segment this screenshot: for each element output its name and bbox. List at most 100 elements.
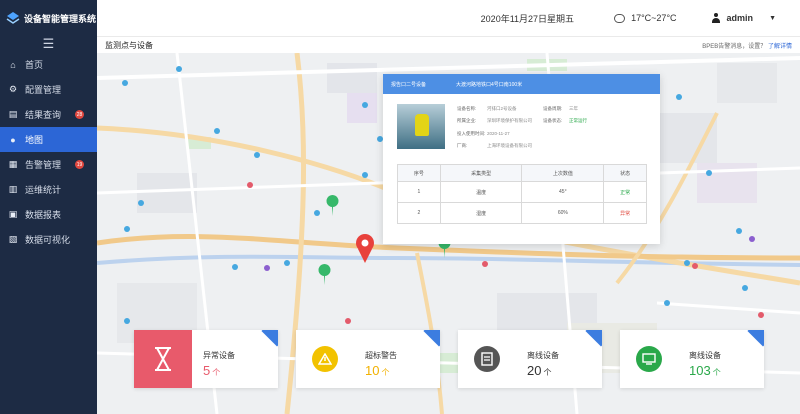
info-value: 上海环境设备有限公司 xyxy=(487,142,532,148)
settings-icon: ⚙ xyxy=(8,84,18,94)
sidebar-item-query[interactable]: ▤ 结果查询 28 xyxy=(0,102,97,127)
sidebar-item-alerts[interactable]: ▦ 告警管理 19 xyxy=(0,152,97,177)
card-unit: 个 xyxy=(712,368,721,377)
popup-device-name: 报告口二号设备 xyxy=(391,81,427,88)
user-icon: ● xyxy=(10,134,16,145)
card-offline-devices-2[interactable]: 离线设备 103 个 xyxy=(620,330,764,388)
device-popup: 报告口二号设备 大渡河路地铁口4号口南100米 设备名称: 河排口2号设备 设备… xyxy=(383,74,660,244)
corner-tag xyxy=(585,330,602,347)
sidebar-item-home[interactable]: ⌂ 首页 xyxy=(0,52,97,77)
sidebar-item-label: 告警管理 xyxy=(25,160,62,170)
table-cell: 60% xyxy=(521,202,605,224)
card-title: 离线设备 xyxy=(689,351,721,360)
table-row: 2 湿度 60% 异常 xyxy=(397,202,647,224)
breadcrumb-bar: 监测点与设备 BPEB告警消息，设置？ 了解详情 xyxy=(97,36,800,53)
info-value: 河排口2号设备 xyxy=(487,106,517,111)
status-value: 正常运行 xyxy=(569,118,587,124)
info-label: 设备名称: xyxy=(457,106,477,111)
cloud-icon xyxy=(614,13,626,23)
info-value: 2020-11-27 xyxy=(487,130,510,136)
card-number: 103 xyxy=(689,363,711,378)
card-title: 离线设备 xyxy=(527,351,559,360)
info-label: 设备状态: xyxy=(543,118,563,124)
status-cell: 正常 xyxy=(603,181,647,203)
user-menu[interactable]: admin ▼ xyxy=(711,13,776,23)
column-header: 状态 xyxy=(603,164,647,182)
stats-icon: ▥ xyxy=(8,184,18,194)
sidebar-item-label: 配置管理 xyxy=(25,85,62,95)
table-cell: 2 xyxy=(397,202,441,224)
status-cell: 异常 xyxy=(603,202,647,224)
current-date: 2020年11月27日星期五 xyxy=(480,13,575,24)
weather-text: 17°C~27°C xyxy=(631,13,677,23)
sidebar-item-label: 数据可视化 xyxy=(25,235,71,245)
table-cell: 1 xyxy=(397,181,441,203)
table-header-row: 序号 采集类型 上次数值 状态 xyxy=(397,164,647,182)
count-badge: 19 xyxy=(75,160,84,169)
card-number: 20 xyxy=(527,363,542,378)
screen-icon xyxy=(620,330,678,388)
user-icon xyxy=(711,13,721,23)
device-photo xyxy=(397,104,445,149)
notice-message: BPEB告警消息，设置？ xyxy=(702,43,767,50)
sidebar-item-label: 运维统计 xyxy=(25,185,62,195)
card-number: 5 xyxy=(203,363,211,378)
table-cell: 温度 xyxy=(439,181,523,203)
query-icon: ▤ xyxy=(8,109,18,119)
table-row: 1 温度 45° 正常 xyxy=(397,181,647,203)
card-value: 20 个 xyxy=(527,363,551,378)
username: admin xyxy=(726,13,754,23)
card-value: 103 个 xyxy=(689,363,721,378)
info-value: 三年 xyxy=(569,106,578,111)
popup-body: 设备名称: 河排口2号设备 设备周期: 三年 所属企业: 深圳环境保护有限公司 … xyxy=(383,94,660,152)
sidebar-item-label: 首页 xyxy=(25,60,44,70)
card-number: 10 xyxy=(365,363,380,378)
info-label: 厂商: xyxy=(457,142,468,148)
corner-tag xyxy=(261,330,278,347)
warning-icon xyxy=(296,330,354,388)
sidebar: 设备智能管理系统 ☰ ⌂ 首页 ⚙ 配置管理 ▤ 结果查询 28 ● 地图 ▦ … xyxy=(0,0,97,414)
popup-location: 大渡河路地铁口4号口南100米 xyxy=(456,81,523,88)
card-unit: 个 xyxy=(543,368,552,377)
card-offline-devices[interactable]: 离线设备 20 个 xyxy=(458,330,602,388)
corner-tag xyxy=(747,330,764,347)
chevron-down-icon: ▼ xyxy=(769,14,776,22)
card-unit: 个 xyxy=(381,368,390,377)
card-value: 10 个 xyxy=(365,363,389,378)
count-badge: 28 xyxy=(75,110,84,119)
logo-icon xyxy=(6,12,20,24)
info-value: 深圳环境保护有限公司 xyxy=(487,118,532,124)
card-title: 异常设备 xyxy=(203,351,235,360)
record-table: 序号 采集类型 上次数值 状态 1 温度 45° 正常 2 湿度 60% 异常 xyxy=(397,164,647,224)
sidebar-item-stats[interactable]: ▥ 运维统计 xyxy=(0,177,97,202)
table-cell: 45° xyxy=(521,181,605,203)
info-label: 投入使用时间: xyxy=(457,130,486,136)
app-title: 设备智能管理系统 xyxy=(24,13,97,24)
home-icon: ⌂ xyxy=(10,59,16,70)
card-abnormal-devices[interactable]: 异常设备 5个 xyxy=(134,330,278,388)
notice-text: BPEB告警消息，设置？ 了解详情 xyxy=(702,41,792,50)
sidebar-item-visual[interactable]: ▧ 数据可视化 xyxy=(0,227,97,252)
column-header: 上次数值 xyxy=(521,164,605,182)
weather-info: 17°C~27°C xyxy=(614,13,677,23)
corner-tag xyxy=(423,330,440,347)
report-icon: ▣ xyxy=(8,209,18,219)
sidebar-item-map[interactable]: ● 地图 xyxy=(0,127,97,152)
popup-header: 报告口二号设备 大渡河路地铁口4号口南100米 xyxy=(383,74,660,94)
sidebar-item-label: 数据报表 xyxy=(25,210,62,220)
page-title: 监测点与设备 xyxy=(105,40,153,50)
sidebar-item-label: 结果查询 xyxy=(25,110,62,120)
notice-link[interactable]: 了解详情 xyxy=(768,44,792,50)
card-value: 5个 xyxy=(203,363,220,378)
alert-icon: ▦ xyxy=(8,159,18,169)
brand: 设备智能管理系统 xyxy=(0,0,97,36)
column-header: 采集类型 xyxy=(439,164,523,182)
column-header: 序号 xyxy=(397,164,441,182)
menu-toggle-icon[interactable]: ☰ xyxy=(0,36,97,52)
sidebar-item-config[interactable]: ⚙ 配置管理 xyxy=(0,77,97,102)
sidebar-item-report[interactable]: ▣ 数据报表 xyxy=(0,202,97,227)
document-icon xyxy=(458,330,516,388)
card-overlimit-warning[interactable]: 超标警告 10 个 xyxy=(296,330,440,388)
card-title: 超标警告 xyxy=(365,351,397,360)
card-unit: 个 xyxy=(212,368,221,377)
